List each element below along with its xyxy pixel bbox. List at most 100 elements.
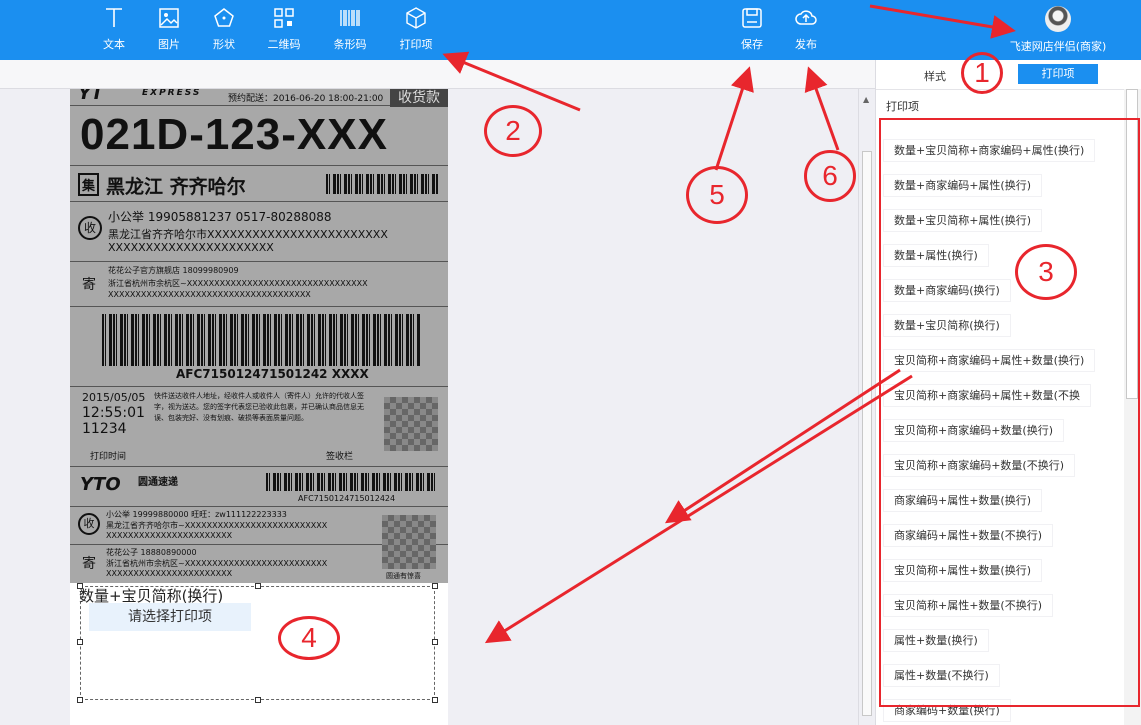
sender2-address-2: XXXXXXXXXXXXXXXXXXXXXXX [106,569,233,578]
top-toolbar: 文本 图片 形状 二维码 条形码 打印项 保存 发布 飞速网店伴侣(商家) [0,0,1141,60]
small-barcode [326,174,438,194]
resize-handle-mr[interactable] [432,639,438,645]
sender-address-2: XXXXXXXXXXXXXXXXXXXXXXXXXXXXXXXXXXXXX [108,290,311,299]
print-item[interactable]: 宝贝简称+属性+数量(不换行) [884,595,1053,616]
label-header: YT EXPRESS 预约配送：2016-06-20 18:00-21:00 收… [70,89,448,107]
annotation-circle-5: 5 [686,166,748,224]
canvas-subbar [0,60,875,89]
receiver-row: 收 小公举 19905881237 0517-80288088 黑龙江省齐齐哈尔… [70,202,448,262]
sender-badge: 寄 [82,277,96,293]
tab-print-items[interactable]: 打印项 [1018,64,1098,84]
schedule-text: 预约配送：2016-06-20 18:00-21:00 [228,94,384,104]
print-item[interactable]: 商家编码+属性+数量(换行) [884,490,1042,511]
print-item[interactable]: 属性+数量(不换行) [884,665,999,686]
cloud-upload-icon [795,10,817,25]
scroll-up-arrow[interactable]: ▲ [863,95,869,104]
receiver-name-phone: 小公举 19905881237 0517-80288088 [108,210,332,224]
annotation-circle-4: 4 [278,616,340,660]
sort-code: 021D-123-XXX [80,110,388,159]
qrcode-tool-label: 二维码 [267,38,301,51]
print-item[interactable]: 宝贝简称+商家编码+数量(不换行) [884,455,1075,476]
save-icon [742,8,762,28]
selected-print-field[interactable]: 数量+宝贝简称(换行) 请选择打印项 [77,583,438,703]
print-time-label: 打印时间 [90,452,127,462]
canvas-scroll-thumb[interactable] [862,151,872,716]
destination-region: 黑龙江 齐齐哈尔 [106,176,246,198]
sender-address-1: 浙江省杭州市余杭区~XXXXXXXXXXXXXXXXXXXXXXXXXXXXXX… [108,279,368,288]
tab-style[interactable]: 样式 [924,68,946,84]
annotation-circle-3: 3 [1015,244,1077,300]
resize-handle-bl[interactable] [77,697,83,703]
print-item[interactable]: 数量+属性(换行) [884,245,988,266]
print-item[interactable]: 宝贝简称+商家编码+属性+数量(不换 [884,385,1090,406]
annotation-circle-1: 1 [961,52,1003,94]
panel-scrollbar[interactable] [1124,89,1141,725]
user-profile[interactable]: 飞速网店伴侣(商家) [1003,6,1113,54]
resize-handle-tr[interactable] [432,583,438,589]
main-barcode-text: AFC715012471501242 XXXX [176,367,369,381]
resize-handle-tm[interactable] [255,583,261,589]
text-tool-label: 文本 [103,38,125,51]
text-icon [106,8,122,27]
print-item[interactable]: 数量+宝贝简称+属性(换行) [884,210,1042,231]
delivery-notice: 快件送达收件人地址，经收件人或收件人（寄件人）允许的代收人签字，视为送达。您的签… [154,392,364,422]
publish-button[interactable]: 发布 [778,6,834,56]
yto-name: 圆通速递 [138,477,178,488]
barcode-tool-button[interactable]: 条形码 [322,6,378,56]
barcode-tool-label: 条形码 [333,38,367,51]
section-title: 打印项 [886,100,919,113]
receipt-tag: 收货款 [390,89,448,107]
receiver2-address-2: XXXXXXXXXXXXXXXXXXXXXXX [106,531,233,540]
print-field-hint[interactable]: 请选择打印项 [89,603,251,631]
second-barcode-text: AFC7150124715012424 [298,494,396,503]
annotation-circle-2: 2 [484,105,542,157]
receiver-address-2: XXXXXXXXXXXXXXXXXXXXXX [108,241,274,254]
receiver-address-1: 黑龙江省齐齐哈尔市XXXXXXXXXXXXXXXXXXXXXXXX [108,228,388,241]
save-button[interactable]: 保存 [724,6,780,56]
print-item[interactable]: 数量+宝贝简称+商家编码+属性(换行) [884,140,1095,161]
receiver-badge: 收 [78,216,102,240]
print-item[interactable]: 宝贝简称+属性+数量(换行) [884,560,1042,581]
qrcode-tool-button[interactable]: 二维码 [256,6,312,56]
resize-handle-br[interactable] [432,697,438,703]
qr-code-blurred-2 [382,515,436,569]
resize-handle-ml[interactable] [77,639,83,645]
print-item[interactable]: 商家编码+数量(换行) [884,700,1010,721]
sender-name-phone: 花花公子官方旗舰店 18099980909 [108,266,239,275]
canvas-scrollbar[interactable]: ▲ [858,89,874,725]
image-tool-button[interactable]: 图片 [141,6,197,56]
save-label: 保存 [741,38,763,51]
main-barcode-row: AFC715012471501242 XXXX [70,307,448,387]
region-row: 集 黑龙江 齐齐哈尔 [70,166,448,202]
qrcode-icon [274,8,294,28]
print-item-tool-button[interactable]: 打印项 [388,6,444,56]
label-number: 11234 [82,421,127,437]
annotation-circle-6: 6 [804,150,856,202]
sender-row-2: 寄 花花公子 18880890000 浙江省杭州市余杭区~XXXXXXXXXXX… [70,515,448,583]
receiver2-address-1: 黑龙江省齐齐哈尔市~XXXXXXXXXXXXXXXXXXXXXXXXXX [106,521,328,530]
sender2-address-1: 浙江省杭州市余杭区~XXXXXXXXXXXXXXXXXXXXXXXXXX [106,559,328,568]
print-item[interactable]: 宝贝简称+商家编码+数量(换行) [884,420,1064,441]
image-tool-label: 图片 [158,38,180,51]
label-date: 2015/05/05 [82,391,146,404]
print-item[interactable]: 宝贝简称+商家编码+属性+数量(换行) [884,350,1095,371]
print-item[interactable]: 商家编码+属性+数量(不换行) [884,525,1053,546]
sender2-name-phone: 花花公子 18880890000 [106,548,197,557]
print-item[interactable]: 数量+商家编码+属性(换行) [884,175,1042,196]
print-item[interactable]: 数量+商家编码(换行) [884,280,1010,301]
info-row: 2015/05/05 12:55:01 11234 打印时间 快件送达收件人地址… [70,387,448,467]
second-barcode [266,473,438,491]
resize-handle-bm[interactable] [255,697,261,703]
express-text: EXPRESS [142,89,202,98]
print-item[interactable]: 数量+宝贝简称(换行) [884,315,1010,336]
panel-divider [876,89,1141,90]
publish-label: 发布 [795,38,817,51]
shape-tool-button[interactable]: 形状 [196,6,252,56]
text-tool-button[interactable]: 文本 [86,6,142,56]
resize-handle-tl[interactable] [77,583,83,589]
avatar [1045,6,1071,32]
print-item[interactable]: 属性+数量(换行) [884,630,988,651]
user-name: 飞速网店伴侣(商家) [1009,40,1107,53]
panel-scroll-thumb[interactable] [1126,89,1138,399]
image-icon [159,8,179,28]
